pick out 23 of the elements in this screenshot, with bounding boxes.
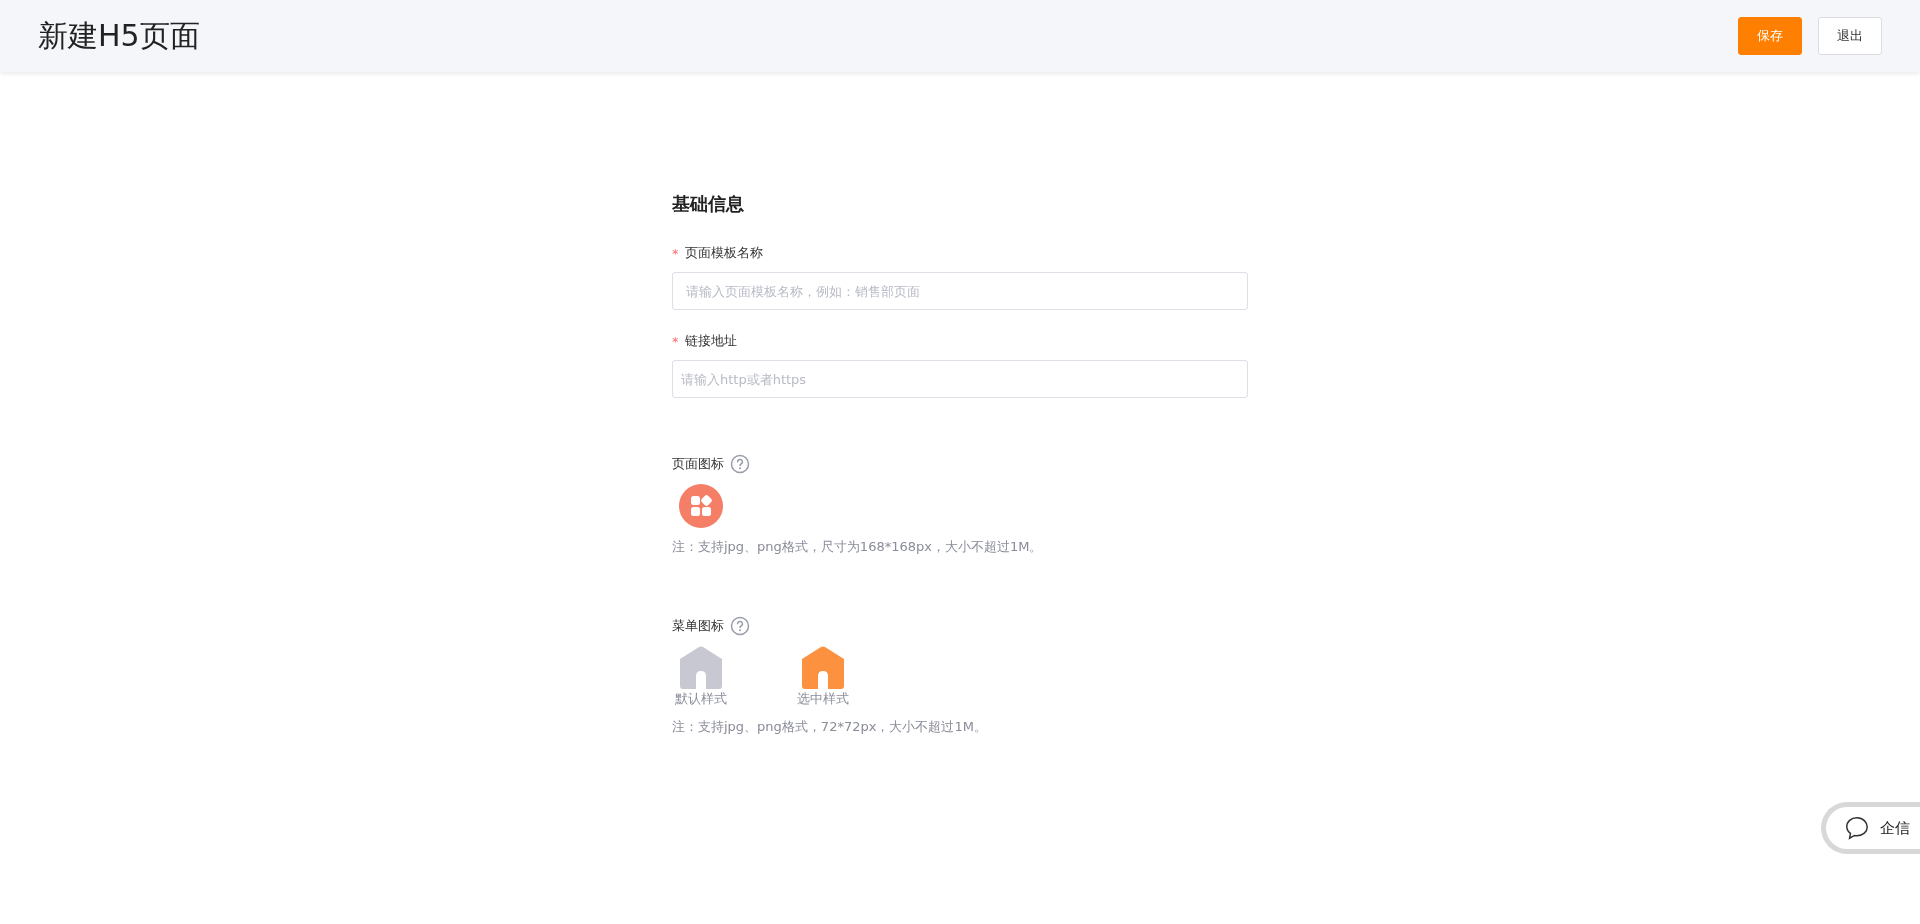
house-icon[interactable] xyxy=(800,646,846,690)
format-note: 注：支持jpg、png格式，72*72px，大小不超过1M。 xyxy=(672,718,988,736)
chat-widget[interactable]: 企信 xyxy=(1821,802,1920,854)
help-icon[interactable] xyxy=(730,616,750,636)
section-heading: 基础信息 xyxy=(672,192,745,216)
style-caption: 默认样式 xyxy=(675,690,727,708)
grid-app-icon[interactable] xyxy=(679,484,723,528)
field-label: 链接地址 xyxy=(684,332,737,350)
required-mark: * xyxy=(672,245,679,261)
field-label: 菜单图标 xyxy=(672,617,724,635)
input-field[interactable]: 请输入页面模板名称，例如：销售部页面 xyxy=(672,272,1248,310)
field-label: 页面模板名称 xyxy=(684,244,763,262)
house-icon[interactable] xyxy=(678,646,724,690)
format-note: 注：支持jpg、png格式，尺寸为168*168px，大小不超过1M。 xyxy=(672,538,1044,556)
chat-label: 企信 xyxy=(1880,818,1910,838)
page-title: 新建H5页面 xyxy=(38,16,200,55)
chat-bubble-icon xyxy=(1844,815,1870,841)
input-field[interactable]: 请输入http或者https xyxy=(672,360,1248,398)
exit-button[interactable]: 退出 xyxy=(1818,17,1882,55)
required-mark: * xyxy=(672,333,679,349)
field-label: 页面图标 xyxy=(672,455,724,473)
help-icon[interactable] xyxy=(730,454,750,474)
style-caption: 选中样式 xyxy=(797,690,849,708)
